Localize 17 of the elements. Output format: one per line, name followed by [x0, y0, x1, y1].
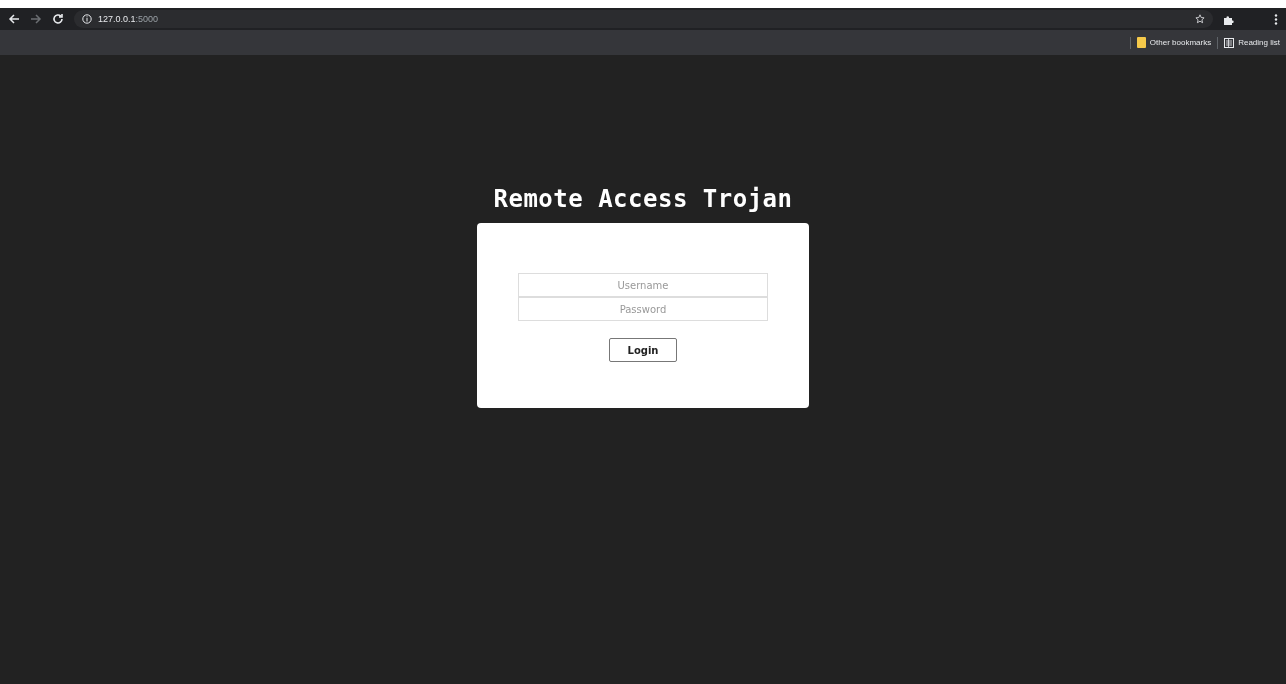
bookmark-item[interactable]: Reading list: [1224, 37, 1280, 48]
reload-icon[interactable]: [52, 13, 64, 25]
star-icon[interactable]: [1195, 14, 1205, 24]
page-title: Remote Access Trojan: [493, 185, 793, 213]
bookmark-item[interactable]: Other bookmarks: [1136, 37, 1212, 48]
url-text: 127.0.0.1:5000: [98, 14, 159, 24]
folder-icon: [1136, 37, 1146, 48]
address-bar[interactable]: 127.0.0.1:5000: [74, 10, 1213, 28]
username-field[interactable]: Username: [518, 273, 768, 297]
reading-list-icon: [1224, 37, 1235, 48]
menu-icon[interactable]: [1274, 13, 1278, 25]
password-field[interactable]: Password: [518, 297, 768, 321]
back-icon[interactable]: [8, 13, 20, 25]
info-icon[interactable]: [82, 14, 92, 24]
puzzle-icon[interactable]: [1223, 13, 1234, 25]
login-button[interactable]: Login: [609, 338, 677, 362]
forward-icon[interactable]: [30, 13, 42, 25]
